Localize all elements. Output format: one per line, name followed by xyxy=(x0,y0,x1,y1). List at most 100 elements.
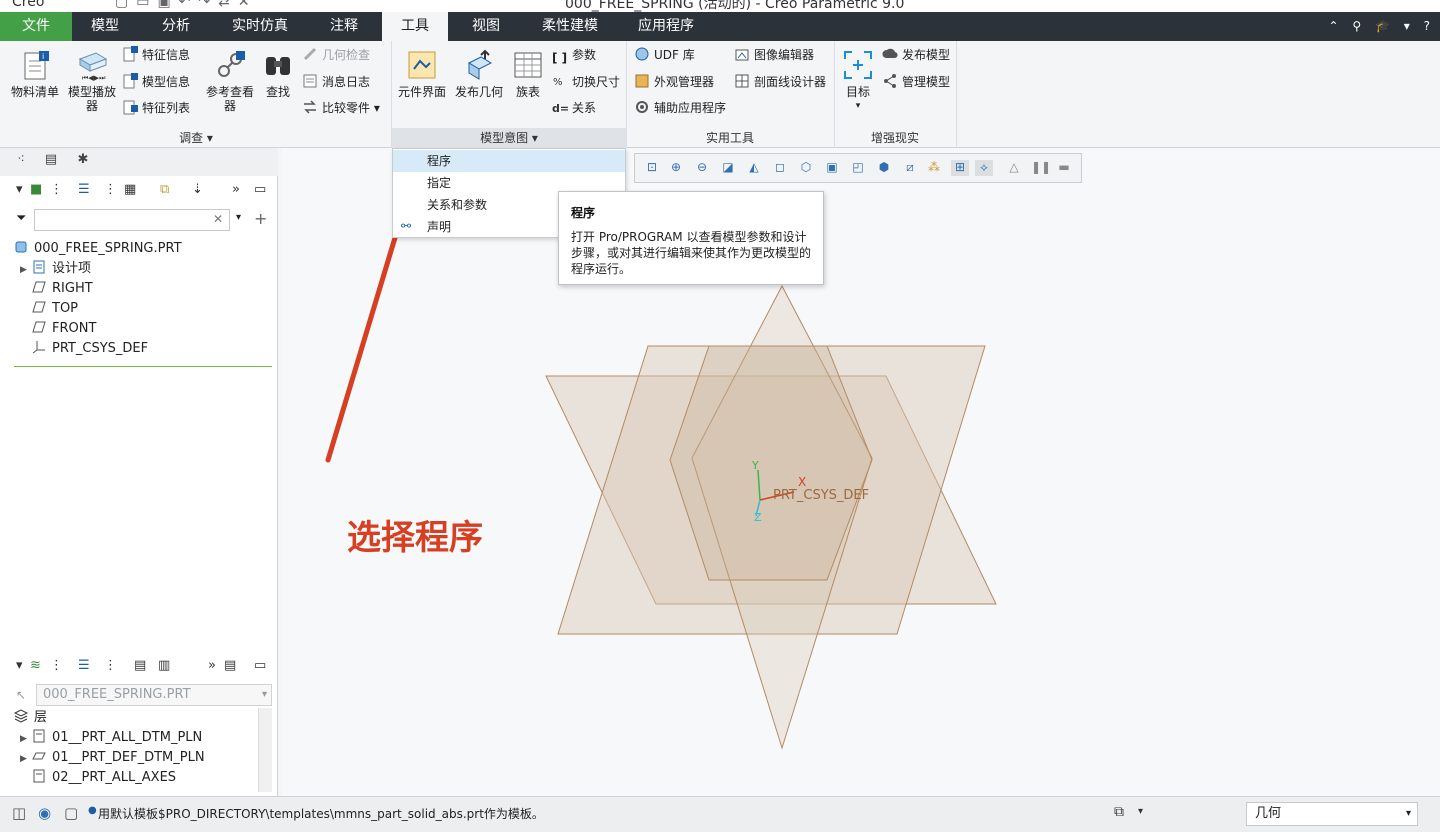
reference-viewer-button[interactable]: 参考查看器 xyxy=(202,43,258,113)
tree-collapse-icon[interactable]: ▾ xyxy=(16,182,23,197)
layer-item-all-dtm-pln[interactable]: ▶ 01__PRT_ALL_DTM_PLN xyxy=(20,728,202,748)
parameters-button[interactable]: [ ] 参数 xyxy=(552,45,596,65)
graphics-window[interactable]: ⊡ ⊕ ⊖ ◪ ◭ ◻ ⬡ ▣ ◰ ⬢ ⧄ ⁂ ⊞ ⟡ △ ❚❚ ▬ Y X Z… xyxy=(282,148,1440,796)
annotation-display-icon[interactable]: ⟡ xyxy=(975,160,993,176)
publish-model-button[interactable]: 发布模型 xyxy=(882,45,950,65)
filter-dropdown-icon[interactable]: ▾ xyxy=(236,212,241,223)
feature-info-button[interactable]: 特征信息 xyxy=(122,45,190,65)
display-style-icon[interactable]: ◻ xyxy=(771,160,789,176)
auxiliary-apps-button[interactable]: 辅助应用程序 xyxy=(634,98,726,118)
model-info-button[interactable]: 模型信息 xyxy=(122,72,190,92)
publish-geometry-button[interactable]: 发布几何 xyxy=(452,43,506,99)
overflow-icon[interactable]: » xyxy=(232,182,240,197)
tree-item-csys[interactable]: PRT_CSYS_DEF xyxy=(32,339,148,359)
layer-export-icon[interactable]: ▭ xyxy=(254,658,266,673)
zoom-in-icon[interactable]: ⊕ xyxy=(667,160,685,176)
family-table-button[interactable]: 族表 xyxy=(508,43,548,99)
refit-icon[interactable]: ⊡ xyxy=(643,160,661,176)
favorites-tab-icon[interactable]: ✱ xyxy=(72,152,94,172)
tree-columns-icon[interactable]: ⋮ xyxy=(104,182,117,197)
find-button[interactable]: 查找 xyxy=(258,43,298,99)
help-icon[interactable]: ? xyxy=(1424,19,1430,33)
target-dropdown-icon[interactable]: ▾ xyxy=(838,99,878,113)
message-log-button[interactable]: 消息日志 xyxy=(302,72,370,92)
component-interface-button[interactable]: 元件界面 xyxy=(396,43,448,99)
tree-item-design-items[interactable]: ▶ 设计项 xyxy=(20,259,91,279)
tree-item-top[interactable]: TOP xyxy=(32,299,78,319)
layer-item-all-axes[interactable]: 02__PRT_ALL_AXES xyxy=(32,768,176,788)
tree-list-icon[interactable]: ☰ xyxy=(78,182,90,197)
tab-file[interactable]: 文件 xyxy=(0,12,72,41)
compare-dropdown-icon[interactable]: ▾ xyxy=(374,101,380,115)
saved-orientations-icon[interactable]: ⬡ xyxy=(797,160,815,176)
tab-model[interactable]: 模型 xyxy=(72,12,138,41)
learning-icon[interactable]: 🎓 xyxy=(1375,19,1390,33)
csys-label[interactable]: PRT_CSYS_DEF xyxy=(773,488,869,503)
layers-icon[interactable]: ≋ xyxy=(30,658,41,673)
tree-export-icon[interactable]: ▭ xyxy=(254,182,266,197)
image-editor-button[interactable]: 图像编辑器 xyxy=(734,45,814,65)
switch-dimensions-button[interactable]: % 切换尺寸 xyxy=(552,72,620,92)
layer-item-def-dtm-pln[interactable]: ▶ 01__PRT_DEF_DTM_PLN xyxy=(20,748,205,768)
bom-button[interactable]: i 物料清单 xyxy=(6,43,64,99)
tab-view[interactable]: 视图 xyxy=(448,12,524,41)
tab-tools[interactable]: 工具 xyxy=(382,12,448,41)
collapse-ribbon-icon[interactable]: ⌃ xyxy=(1328,19,1338,33)
plane-display-icon[interactable]: ⧄ xyxy=(901,160,919,176)
expand-icon[interactable]: ▶ xyxy=(20,729,32,749)
fullscreen-icon[interactable]: ▢ xyxy=(64,804,78,822)
tree-item-right[interactable]: RIGHT xyxy=(32,279,93,299)
tree-search-input[interactable]: ✕ xyxy=(34,209,230,231)
geometry-check-button[interactable]: 几何检查 xyxy=(302,45,370,65)
section-icon[interactable]: ⬢ xyxy=(875,160,893,176)
menu-item-program[interactable]: 程序 xyxy=(393,150,625,172)
tab-applications[interactable]: 应用程序 xyxy=(616,12,716,41)
tab-live-simulation[interactable]: 实时仿真 xyxy=(214,12,306,41)
selection-filter[interactable]: 几何 ▾ xyxy=(1246,802,1418,826)
more-icon[interactable]: ⋮ xyxy=(50,658,63,673)
find-icon[interactable]: ⧉ xyxy=(1114,804,1124,820)
search-icon[interactable]: ⚲ xyxy=(1352,19,1361,33)
layer-scrollbar[interactable] xyxy=(258,708,272,792)
point-display-icon[interactable]: ⁂ xyxy=(925,160,943,176)
layer-list-icon[interactable]: ☰ xyxy=(78,658,90,673)
dropdown-icon[interactable]: ▾ xyxy=(1404,19,1410,33)
tree-item-front[interactable]: FRONT xyxy=(32,319,96,339)
layer-item-root[interactable]: 层 xyxy=(13,708,47,728)
display-more-icon[interactable]: ▬ xyxy=(1055,160,1073,176)
nav-toggle-icon[interactable]: ◫ xyxy=(12,804,26,822)
investigate-group-label[interactable]: 调查 ▾ xyxy=(0,128,392,148)
udf-library-button[interactable]: UDF 库 xyxy=(634,45,695,65)
layer-model-selector[interactable]: 000_FREE_SPRING.PRT ▾ xyxy=(36,684,272,706)
manage-model-button[interactable]: 管理模型 xyxy=(882,72,950,92)
model-tree-tab-icon[interactable]: ⁖ xyxy=(10,152,32,172)
model-intent-group-label[interactable]: 模型意图 ▾ xyxy=(392,128,626,148)
layer-show-icon[interactable]: ▤ xyxy=(134,658,146,673)
compare-part-button[interactable]: 比较零件 ▾ xyxy=(302,98,380,118)
part-icon[interactable]: ■ xyxy=(30,182,42,197)
model-player-button[interactable]: ⏮◀▶⏭ 模型播放器 xyxy=(64,43,120,113)
layer-settings-icon[interactable]: ▤ xyxy=(224,658,236,673)
appearance-manager-button[interactable]: 外观管理器 xyxy=(634,72,714,92)
repaint-icon[interactable]: ◪ xyxy=(719,160,737,176)
overflow-icon[interactable]: » xyxy=(208,658,216,673)
relations-button[interactable]: d= 关系 xyxy=(552,98,596,118)
pause-icon[interactable]: ❚❚ xyxy=(1031,160,1051,176)
layer-hide-icon[interactable]: ▥ xyxy=(158,658,170,673)
perspective-icon[interactable]: ◰ xyxy=(849,160,867,176)
tab-annotate[interactable]: 注释 xyxy=(306,12,382,41)
layer-collapse-icon[interactable]: ▾ xyxy=(16,658,23,673)
clear-icon[interactable]: ✕ xyxy=(213,212,223,226)
spin-icon[interactable]: △ xyxy=(1005,160,1023,176)
tree-item-root[interactable]: 000_FREE_SPRING.PRT xyxy=(14,239,182,259)
target-button[interactable]: 目标 ▾ xyxy=(838,43,878,113)
layer-columns-icon[interactable]: ⋮ xyxy=(104,658,117,673)
folder-browser-tab-icon[interactable]: ▤ xyxy=(40,152,62,172)
view-manager-icon[interactable]: ▣ xyxy=(823,160,841,176)
quick-access-toolbar[interactable]: ▢▭▣↶↷⇄✕ xyxy=(115,0,258,10)
expand-icon[interactable]: ▶ xyxy=(20,749,32,769)
tab-analysis[interactable]: 分析 xyxy=(138,12,214,41)
tree-sort-icon[interactable]: ⇣ xyxy=(192,182,203,197)
spin-center-icon[interactable]: ◭ xyxy=(745,160,763,176)
add-icon[interactable]: + xyxy=(254,209,267,228)
